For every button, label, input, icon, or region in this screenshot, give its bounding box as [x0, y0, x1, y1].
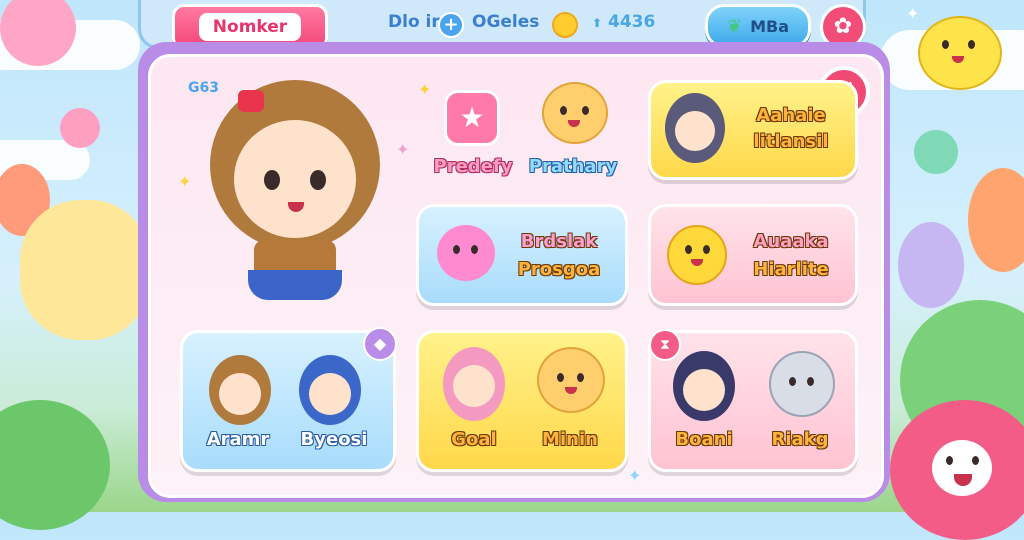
- card-auaaka[interactable]: Auaaka Hiarlite: [648, 204, 858, 306]
- pink-blob-mascot: [890, 400, 1024, 540]
- leaf-icon: ❦: [726, 15, 743, 37]
- bear-avatar: [537, 347, 605, 413]
- character-avatar: [665, 93, 725, 163]
- hourglass-icon: ⧗: [649, 329, 681, 361]
- coin-icon: [552, 12, 578, 38]
- card-team-yellow[interactable]: Goal Minin: [416, 330, 628, 472]
- stat-left: Dlo ir: [388, 12, 440, 32]
- bear-mascot-left: [20, 200, 150, 340]
- character-avatar: [299, 355, 361, 425]
- balloon-orange-right: [968, 168, 1024, 272]
- sun-icon: [667, 225, 727, 285]
- item-prathary[interactable]: Prathary: [528, 82, 618, 186]
- sparkle-icon: ✦: [418, 80, 432, 99]
- card-aahaie[interactable]: Aahaie litlansil: [648, 80, 858, 180]
- arrow-up-icon: ⬆: [592, 16, 603, 30]
- score-value: ⬆ 4436: [592, 12, 656, 32]
- character-avatar: [443, 347, 505, 421]
- diamond-icon: ◆: [363, 327, 397, 361]
- card-team-blue[interactable]: ◆ Aramr Byeosi: [180, 327, 397, 472]
- card-team-pink[interactable]: ⧗ Boani Riakg: [648, 329, 858, 472]
- bear-face-icon: [542, 82, 608, 144]
- sparkle-icon: ✦: [628, 466, 642, 485]
- teal-flower-icon: [914, 130, 958, 174]
- yellow-blob-mascot: [918, 16, 1002, 90]
- featured-character[interactable]: [190, 80, 400, 310]
- character-avatar: [673, 351, 735, 421]
- name-button-label: Nomker: [198, 13, 302, 41]
- sparkle-icon: ✦: [906, 4, 920, 23]
- sparkle-icon: ✦: [178, 172, 192, 191]
- pink-blob-icon: [437, 225, 495, 281]
- pink-flower-icon: [60, 108, 100, 148]
- mba-button-label: MBa: [750, 16, 789, 36]
- item-predefy[interactable]: ★ Predefy: [428, 86, 518, 186]
- plus-icon[interactable]: +: [438, 12, 464, 38]
- star-icon: ★: [444, 90, 500, 146]
- mouse-avatar: [769, 351, 835, 417]
- currency-label: OGeles: [472, 12, 540, 32]
- character-avatar: [209, 355, 271, 425]
- sparkle-icon: ✦: [396, 140, 410, 159]
- card-brdslak[interactable]: Brdslak Prosgoa: [416, 204, 628, 306]
- balloon-purple: [898, 222, 964, 308]
